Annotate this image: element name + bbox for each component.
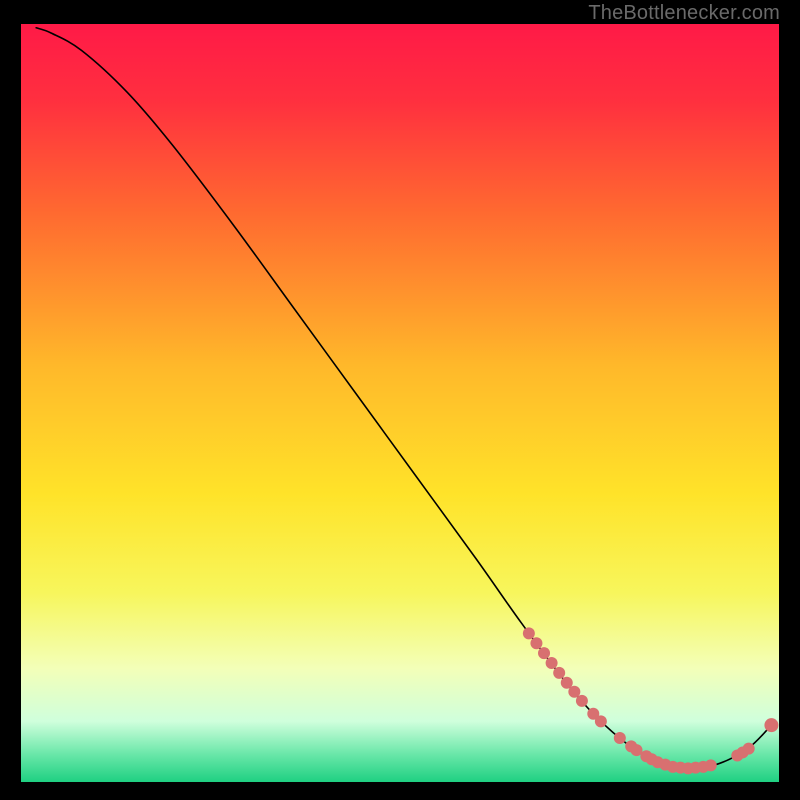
data-marker (538, 647, 550, 659)
data-marker (523, 627, 535, 639)
data-marker (576, 695, 588, 707)
chart-background (21, 24, 779, 782)
data-marker (595, 715, 607, 727)
data-marker (614, 732, 626, 744)
data-marker (705, 759, 717, 771)
chart-canvas (21, 24, 779, 782)
data-marker (553, 667, 565, 679)
bottleneck-chart (21, 24, 779, 782)
data-marker (546, 657, 558, 669)
data-marker (530, 637, 542, 649)
data-marker (743, 743, 755, 755)
attribution-text: TheBottlenecker.com (588, 2, 780, 25)
data-marker (764, 718, 778, 732)
